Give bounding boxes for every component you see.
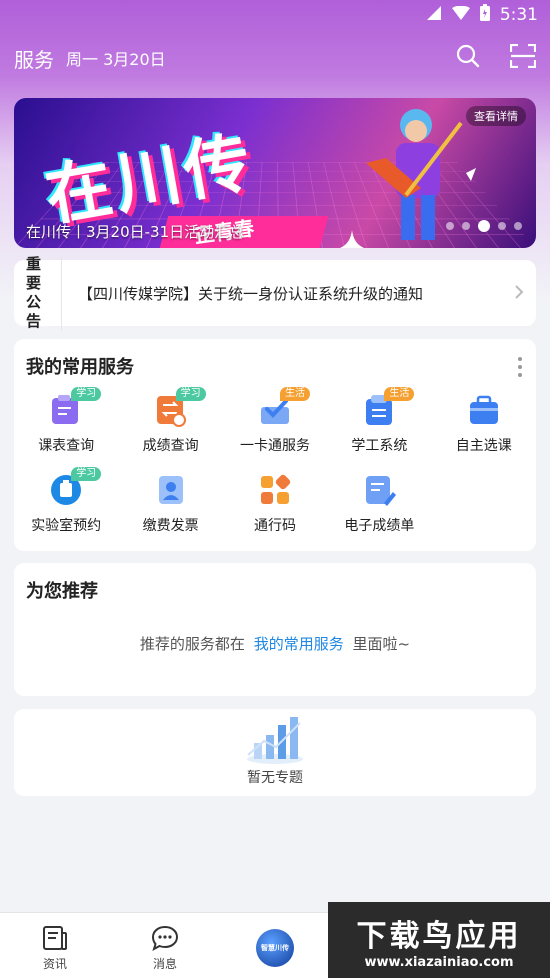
page-title: 服务 [14, 47, 54, 72]
watermark: 下载鸟应用 www.xiazainiao.com [328, 902, 550, 978]
service-label: 学工系统 [351, 438, 408, 454]
wifi-icon [451, 5, 470, 25]
service-item[interactable]: 学习课表查询 [14, 387, 118, 471]
status-bar: 5:31 [0, 0, 550, 30]
watermark-title: 下载鸟应用 [356, 918, 522, 954]
my-services-link[interactable]: 我的常用服务 [254, 635, 344, 653]
status-time: 5:31 [499, 5, 538, 25]
empty-topics-text: 暂无专题 [247, 770, 303, 786]
pass-code-icon [258, 473, 292, 507]
category-badge: 学习 [175, 387, 206, 401]
service-label: 电子成绩单 [344, 518, 415, 534]
service-item[interactable]: 通行码 [223, 471, 327, 551]
service-item[interactable]: 生活学工系统 [327, 387, 431, 471]
tab-messages-label: 消息 [152, 957, 177, 971]
search-icon[interactable] [456, 44, 480, 72]
activity-banner[interactable]: 在川传 正青春 查看详情 在川传丨3月20日-31日活动汇总 [14, 98, 536, 248]
logo-text: 智慧川传 [261, 944, 289, 952]
services-row: 学习 实验室预约 缴费发票 通行码 电子成绩单 [14, 467, 536, 551]
recommend-tip-before: 推荐的服务都在 [139, 635, 245, 653]
topics-card: 暂无专题 [14, 709, 536, 796]
service-label: 自主选课 [455, 438, 512, 454]
common-services-card: 我的常用服务 学习 课表查询 学习 成绩查询 生活 一卡通服务 生活 学工系统 自主选课 学习 实验… [14, 339, 536, 551]
recommend-title: 为您推荐 [26, 581, 98, 602]
tab-news[interactable]: 资讯 [0, 913, 110, 978]
category-badge: 生活 [384, 387, 415, 401]
service-item[interactable]: 电子成绩单 [327, 471, 431, 551]
notice-text: 【四川传媒学院】关于统一身份认证系统升级的通知 [78, 284, 424, 303]
invoice-icon [154, 473, 188, 507]
tab-messages[interactable]: 消息 [110, 913, 220, 978]
news-icon [43, 926, 67, 950]
more-options-icon[interactable] [518, 357, 522, 377]
recommend-tip: 推荐的服务都在 我的常用服务 里面啦~ [14, 633, 536, 654]
card-icon: 生活 [258, 387, 310, 427]
signal-icon [426, 5, 442, 26]
grade-icon: 学习 [154, 387, 206, 427]
services-grid: 学习 课表查询 学习 成绩查询 生活 一卡通服务 生活 学工系统 自主选课 学习 实验室预约 缴费发票… [14, 387, 536, 551]
banner-dot[interactable] [478, 220, 490, 232]
student-affairs-icon: 生活 [362, 387, 415, 427]
smart-campus-logo: 智慧川传 [256, 929, 294, 967]
service-item[interactable]: 缴费发票 [118, 471, 222, 551]
service-label: 实验室预约 [31, 518, 102, 534]
empty-chart-illustration [247, 717, 303, 764]
view-detail-tag[interactable]: 查看详情 [466, 106, 526, 126]
tab-smart-campus[interactable]: 智慧川传 [220, 913, 330, 978]
notice-card[interactable]: 重要公告 【四川传媒学院】关于统一身份认证系统升级的通知 [14, 255, 536, 331]
battery-icon [479, 4, 490, 26]
service-label: 通行码 [253, 518, 296, 534]
banner-dot[interactable] [498, 222, 506, 230]
recommend-card: 为您推荐 推荐的服务都在 我的常用服务 里面啦~ [14, 563, 536, 696]
category-badge: 学习 [71, 387, 102, 401]
service-label: 成绩查询 [142, 438, 199, 454]
tab-news-label: 资讯 [42, 957, 67, 971]
message-icon [151, 925, 179, 951]
banner-dot[interactable] [514, 222, 522, 230]
banner-dot[interactable] [446, 222, 454, 230]
recommend-tip-after: 里面啦~ [352, 635, 411, 653]
top-bar: 服务 周一 3月20日 [0, 36, 550, 80]
service-label: 一卡通服务 [239, 438, 310, 454]
category-badge: 学习 [71, 467, 102, 481]
services-title: 我的常用服务 [26, 357, 134, 378]
banner-pagination [446, 220, 522, 232]
banner-caption: 在川传丨3月20日-31日活动汇总 [26, 223, 245, 241]
banner-dot[interactable] [462, 222, 470, 230]
service-item[interactable]: 学习成绩查询 [118, 387, 222, 471]
watermark-url: www.xiazainiao.com [364, 954, 514, 970]
services-row: 学习 课表查询 学习 成绩查询 生活 一卡通服务 生活 学工系统 自主选课 [14, 387, 536, 471]
schedule-icon: 学习 [49, 387, 102, 427]
scan-icon[interactable] [509, 43, 537, 72]
transcript-icon [362, 473, 397, 507]
sparkle-icon [340, 230, 364, 248]
category-badge: 生活 [279, 387, 310, 401]
notice-tag: 重要公告 [26, 255, 62, 331]
service-item[interactable]: 学习实验室预约 [14, 467, 118, 551]
chevron-right-icon [514, 281, 524, 305]
lab-icon: 学习 [49, 467, 102, 507]
service-label: 缴费发票 [142, 518, 199, 534]
service-label: 课表查询 [38, 438, 95, 454]
service-item[interactable]: 自主选课 [432, 391, 536, 471]
briefcase-icon [467, 393, 501, 427]
date-label: 周一 3月20日 [66, 50, 166, 69]
service-item[interactable]: 生活一卡通服务 [223, 387, 327, 471]
